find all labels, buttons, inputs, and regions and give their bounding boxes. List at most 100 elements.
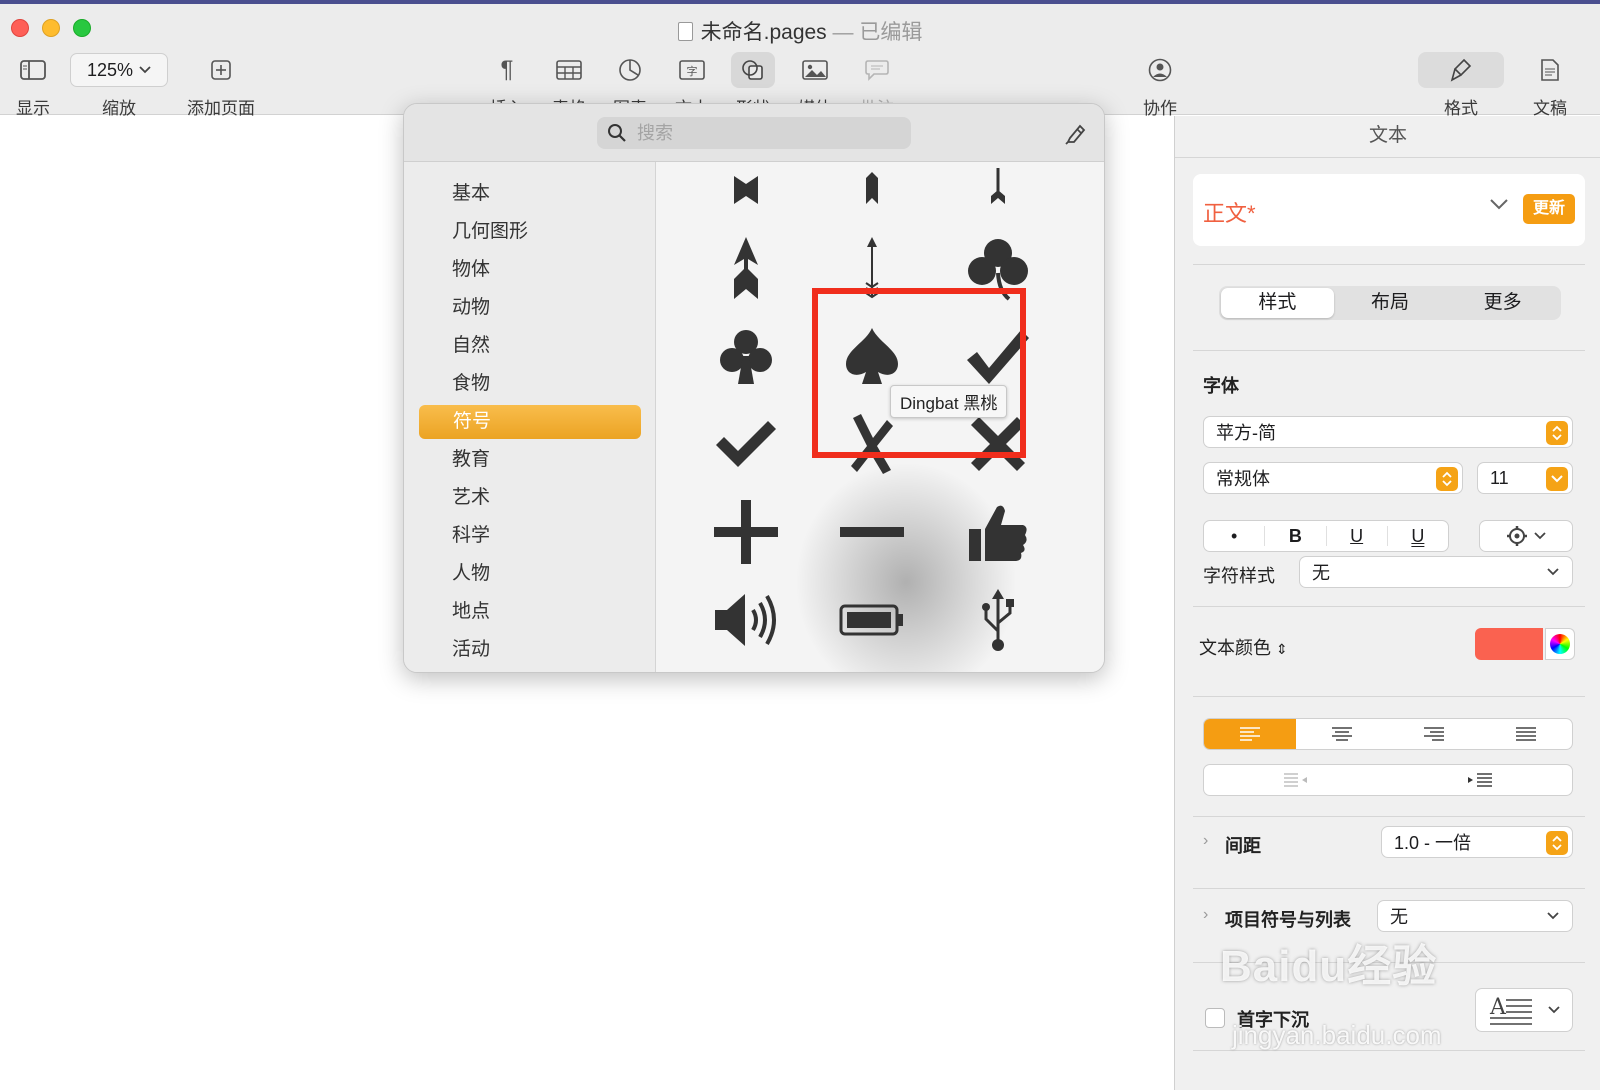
chevron-down-icon[interactable] bbox=[1546, 467, 1568, 491]
check-mark-shape[interactable] bbox=[706, 404, 786, 484]
dropcap-icon: A bbox=[1489, 995, 1532, 1025]
char-style-label: 字符样式 bbox=[1203, 566, 1275, 586]
double-underline-button[interactable]: U bbox=[1388, 526, 1448, 546]
document-icon bbox=[677, 22, 693, 41]
sidebar-tabs: 样式 布局 更多 bbox=[1219, 286, 1561, 320]
category-geometry[interactable]: 几何图形 bbox=[452, 215, 528, 249]
advanced-options-button[interactable] bbox=[1479, 520, 1573, 552]
text-color-label[interactable]: 文本颜色 ⇕ bbox=[1199, 634, 1288, 660]
arrow-feather-shape[interactable] bbox=[832, 162, 912, 222]
usb-shape[interactable] bbox=[958, 580, 1038, 660]
align-left-button[interactable] bbox=[1204, 719, 1296, 749]
speaker-shape[interactable] bbox=[706, 580, 786, 660]
shape-search-field[interactable] bbox=[597, 117, 911, 149]
align-center-button[interactable] bbox=[1296, 719, 1388, 749]
paintbrush-icon bbox=[1418, 52, 1504, 88]
justify-icon bbox=[1516, 727, 1536, 741]
zoom-control[interactable]: 125% 缩放 bbox=[70, 50, 168, 119]
update-style-button[interactable]: 更新 bbox=[1523, 194, 1575, 224]
chevron-down-icon bbox=[1490, 199, 1508, 210]
table-icon bbox=[549, 50, 589, 90]
align-right-button[interactable] bbox=[1388, 719, 1480, 749]
title-bar: 未命名.pages — 已编辑 显示 125% 缩放 添加页面 ¶ 插入 表格 … bbox=[0, 4, 1600, 118]
watermark-text: Baidu经验 bbox=[1220, 942, 1438, 991]
arrow-shape[interactable] bbox=[706, 228, 786, 308]
category-basic[interactable]: 基本 bbox=[452, 177, 490, 211]
pen-icon[interactable] bbox=[1062, 120, 1088, 146]
popover-header bbox=[404, 104, 1104, 162]
up-down-arrows-icon bbox=[1546, 421, 1568, 445]
disclosure-triangle-icon[interactable]: › bbox=[1203, 906, 1208, 924]
category-science[interactable]: 科学 bbox=[452, 519, 490, 553]
window-title: 未命名.pages — 已编辑 bbox=[0, 16, 1600, 46]
zoom-popup[interactable]: 125% bbox=[70, 53, 168, 87]
bold-button[interactable]: B bbox=[1265, 526, 1327, 546]
increase-indent-icon bbox=[1468, 773, 1492, 787]
thumbs-up-shape[interactable] bbox=[958, 492, 1038, 572]
add-page-icon bbox=[185, 50, 257, 90]
arrow-small-tail-shape[interactable] bbox=[958, 162, 1038, 222]
format-button[interactable]: 格式 bbox=[1418, 50, 1504, 119]
gear-icon bbox=[1507, 526, 1527, 546]
indent-buttons bbox=[1203, 764, 1573, 796]
plus-shape[interactable] bbox=[706, 492, 786, 572]
up-down-arrows-icon: ⇕ bbox=[1276, 641, 1288, 657]
document-button[interactable]: 文稿 bbox=[1530, 50, 1570, 119]
dropcap-checkbox[interactable] bbox=[1205, 1008, 1225, 1028]
color-picker-button[interactable] bbox=[1545, 628, 1575, 660]
dropcap-style-popup[interactable]: A bbox=[1475, 988, 1573, 1032]
font-size-field[interactable]: 11 bbox=[1477, 462, 1573, 494]
spacing-popup[interactable]: 1.0 - 一倍 bbox=[1381, 826, 1573, 858]
category-education[interactable]: 教育 bbox=[452, 443, 490, 477]
view-button[interactable]: 显示 bbox=[12, 50, 54, 119]
category-objects[interactable]: 物体 bbox=[452, 253, 490, 287]
battery-shape[interactable] bbox=[832, 580, 912, 660]
text-color-well[interactable] bbox=[1475, 628, 1543, 660]
decrease-indent-button[interactable] bbox=[1204, 765, 1388, 795]
annotation-highlight-box bbox=[812, 288, 1026, 458]
category-people[interactable]: 人物 bbox=[452, 557, 490, 591]
category-food[interactable]: 食物 bbox=[452, 367, 490, 401]
collaborate-button[interactable]: 协作 bbox=[1138, 50, 1182, 119]
bullets-label[interactable]: 项目符号与列表 bbox=[1225, 906, 1351, 932]
add-page-button[interactable]: 添加页面 bbox=[185, 50, 257, 119]
increase-indent-button[interactable] bbox=[1388, 765, 1572, 795]
shape-search-input[interactable] bbox=[637, 122, 887, 144]
spacing-label[interactable]: 间距 bbox=[1225, 832, 1261, 858]
color-wheel-icon bbox=[1550, 634, 1570, 654]
pilcrow-icon: ¶ bbox=[500, 56, 514, 83]
font-section-title: 字体 bbox=[1203, 376, 1239, 396]
char-style-popup[interactable]: 无 bbox=[1299, 556, 1573, 588]
category-animals[interactable]: 动物 bbox=[452, 291, 490, 325]
search-icon bbox=[608, 124, 626, 142]
align-right-icon bbox=[1424, 727, 1444, 741]
category-activities[interactable]: 活动 bbox=[452, 633, 490, 667]
category-nature[interactable]: 自然 bbox=[452, 329, 490, 363]
justify-button[interactable] bbox=[1480, 719, 1572, 749]
text-box-icon: 字 bbox=[672, 50, 712, 90]
svg-text:A: A bbox=[1489, 995, 1507, 1020]
tab-layout[interactable]: 布局 bbox=[1334, 288, 1447, 318]
document-page-icon bbox=[1530, 50, 1570, 90]
up-down-arrows-icon bbox=[1546, 831, 1568, 855]
bullet-button[interactable]: • bbox=[1204, 526, 1266, 546]
minus-shape[interactable] bbox=[832, 492, 912, 572]
font-family-popup[interactable]: 苹方-简 bbox=[1203, 416, 1573, 448]
shape-tooltip: Dingbat 黑桃 bbox=[890, 385, 1008, 418]
tab-style[interactable]: 样式 bbox=[1221, 288, 1334, 318]
category-symbols[interactable]: 符号 bbox=[419, 405, 641, 439]
shape-category-list: 基本 几何图形 物体 动物 自然 食物 符号 教育 艺术 科学 人物 地点 活动 bbox=[404, 162, 656, 672]
sidebar-icon bbox=[12, 50, 54, 90]
underline-button[interactable]: U bbox=[1327, 526, 1388, 546]
disclosure-triangle-icon[interactable]: › bbox=[1203, 832, 1208, 850]
svg-text:字: 字 bbox=[687, 64, 698, 78]
category-art[interactable]: 艺术 bbox=[452, 481, 490, 515]
bullets-popup[interactable]: 无 bbox=[1377, 900, 1573, 932]
tab-more[interactable]: 更多 bbox=[1446, 288, 1559, 318]
arrow-tail-shape[interactable] bbox=[706, 162, 786, 222]
chevron-down-icon bbox=[1534, 532, 1546, 540]
paragraph-style-popup[interactable]: 正文* 更新 bbox=[1193, 174, 1585, 246]
category-places[interactable]: 地点 bbox=[452, 595, 490, 629]
club-shape[interactable] bbox=[706, 316, 786, 396]
font-weight-popup[interactable]: 常规体 bbox=[1203, 462, 1463, 494]
